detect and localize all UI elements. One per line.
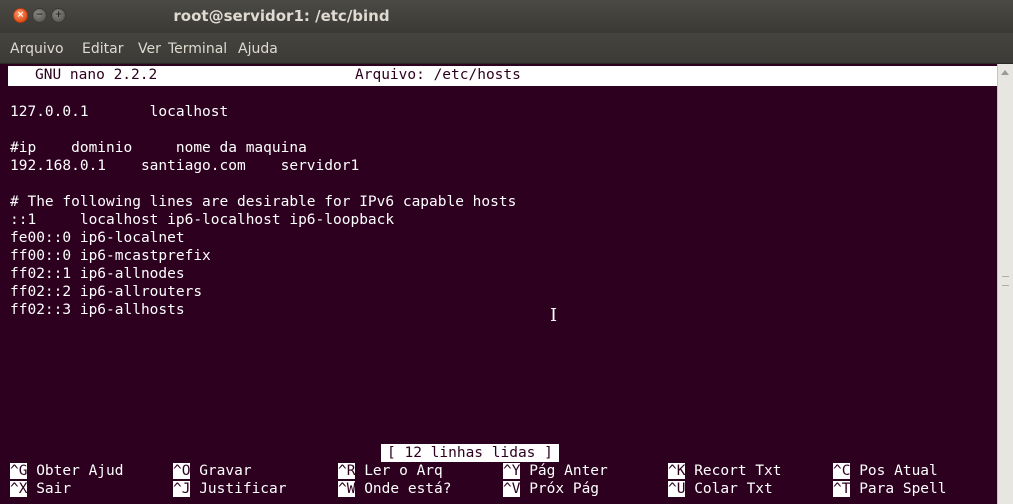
terminal-area[interactable]: GNU nano 2.2.2 Arquivo: /etc/hosts 127.0… bbox=[8, 64, 997, 504]
file-line: ff00::0 ip6-mcastprefix bbox=[10, 248, 211, 264]
shortcut-prev-page[interactable]: ^Y Pág Anter bbox=[503, 463, 608, 479]
shortcut-where-is[interactable]: ^W Onde está? bbox=[338, 481, 452, 497]
scroll-up-arrow-icon[interactable] bbox=[1001, 70, 1009, 75]
shortcut-key: ^T bbox=[833, 481, 851, 497]
status-message: [ 12 linhas lidas ] bbox=[381, 444, 559, 462]
shortcut-read-file[interactable]: ^R Ler o Arq bbox=[338, 463, 443, 479]
shortcut-exit[interactable]: ^X Sair bbox=[10, 481, 71, 497]
shortcut-key: ^V bbox=[503, 481, 521, 497]
shortcut-label: Colar Txt bbox=[694, 481, 773, 497]
shortcut-key: ^G bbox=[10, 463, 28, 479]
shortcut-label: Obter Ajud bbox=[36, 463, 124, 479]
menu-ver[interactable]: Ver bbox=[138, 41, 161, 57]
shortcut-label: Ler o Arq bbox=[364, 463, 443, 479]
file-line: 192.168.0.1 santiago.com servidor1 bbox=[10, 158, 360, 174]
shortcut-key: ^J bbox=[173, 481, 191, 497]
shortcut-write-out[interactable]: ^O Gravar bbox=[173, 463, 252, 479]
nano-file-name: Arquivo: /etc/hosts bbox=[355, 67, 521, 83]
shortcut-help[interactable]: ^G Obter Ajud bbox=[10, 463, 124, 479]
shortcut-key: ^K bbox=[668, 463, 686, 479]
nano-header: GNU nano 2.2.2 Arquivo: /etc/hosts bbox=[8, 66, 997, 86]
shortcut-label: Onde está? bbox=[364, 481, 452, 497]
shortcut-label: Recort Txt bbox=[694, 463, 782, 479]
shortcut-label: Gravar bbox=[199, 463, 252, 479]
shortcut-cut-text[interactable]: ^K Recort Txt bbox=[668, 463, 782, 479]
menu-arquivo[interactable]: Arquivo bbox=[10, 41, 64, 57]
shortcut-key: ^C bbox=[833, 463, 851, 479]
file-line: fe00::0 ip6-localnet bbox=[10, 230, 185, 246]
menu-bar: Arquivo Editar Ver Terminal Ajuda bbox=[0, 33, 1013, 64]
shortcut-key: ^W bbox=[338, 481, 356, 497]
scrollbar-grip-icon[interactable] bbox=[1002, 276, 1009, 286]
menu-ajuda[interactable]: Ajuda bbox=[238, 41, 278, 57]
shortcut-key: ^R bbox=[338, 463, 356, 479]
shortcut-key: ^X bbox=[10, 481, 28, 497]
menu-terminal[interactable]: Terminal bbox=[168, 41, 227, 57]
file-line: ::1 localhost ip6-localhost ip6-loopback bbox=[10, 212, 395, 228]
window-title: root@servidor1: /etc/bind bbox=[173, 7, 390, 25]
file-line: ff02::1 ip6-allnodes bbox=[10, 266, 185, 282]
shortcut-label: Pág Anter bbox=[529, 463, 608, 479]
file-line: #ip dominio nome da maquina bbox=[10, 140, 307, 156]
shortcut-label: Justificar bbox=[199, 481, 287, 497]
title-bar[interactable]: × − + root@servidor1: /etc/bind bbox=[0, 0, 1013, 33]
shortcut-cur-pos[interactable]: ^C Pos Atual bbox=[833, 463, 938, 479]
shortcut-key: ^O bbox=[173, 463, 191, 479]
file-line: ff02::2 ip6-allrouters bbox=[10, 284, 203, 300]
shortcut-key: ^U bbox=[668, 481, 686, 497]
shortcut-next-page[interactable]: ^V Próx Pág bbox=[503, 481, 599, 497]
nano-version: GNU nano 2.2.2 bbox=[35, 67, 158, 83]
shortcut-key: ^Y bbox=[503, 463, 521, 479]
file-line: # The following lines are desirable for … bbox=[10, 194, 517, 210]
shortcut-label: Próx Pág bbox=[529, 481, 600, 497]
shortcut-uncut-text[interactable]: ^U Colar Txt bbox=[668, 481, 773, 497]
shortcut-label: Para Spell bbox=[859, 481, 947, 497]
shortcut-justify[interactable]: ^J Justificar bbox=[173, 481, 287, 497]
file-line: 127.0.0.1 localhost bbox=[10, 104, 229, 120]
shortcut-label: Sair bbox=[36, 481, 72, 497]
menu-editar[interactable]: Editar bbox=[82, 41, 123, 57]
terminal-window: × − + root@servidor1: /etc/bind Arquivo … bbox=[0, 0, 1013, 504]
ibeam-cursor-icon: I bbox=[550, 305, 558, 326]
scrollbar[interactable] bbox=[997, 64, 1013, 504]
file-line: ff02::3 ip6-allhosts bbox=[10, 302, 185, 318]
shortcut-label: Pos Atual bbox=[859, 463, 938, 479]
shortcut-to-spell[interactable]: ^T Para Spell bbox=[833, 481, 947, 497]
